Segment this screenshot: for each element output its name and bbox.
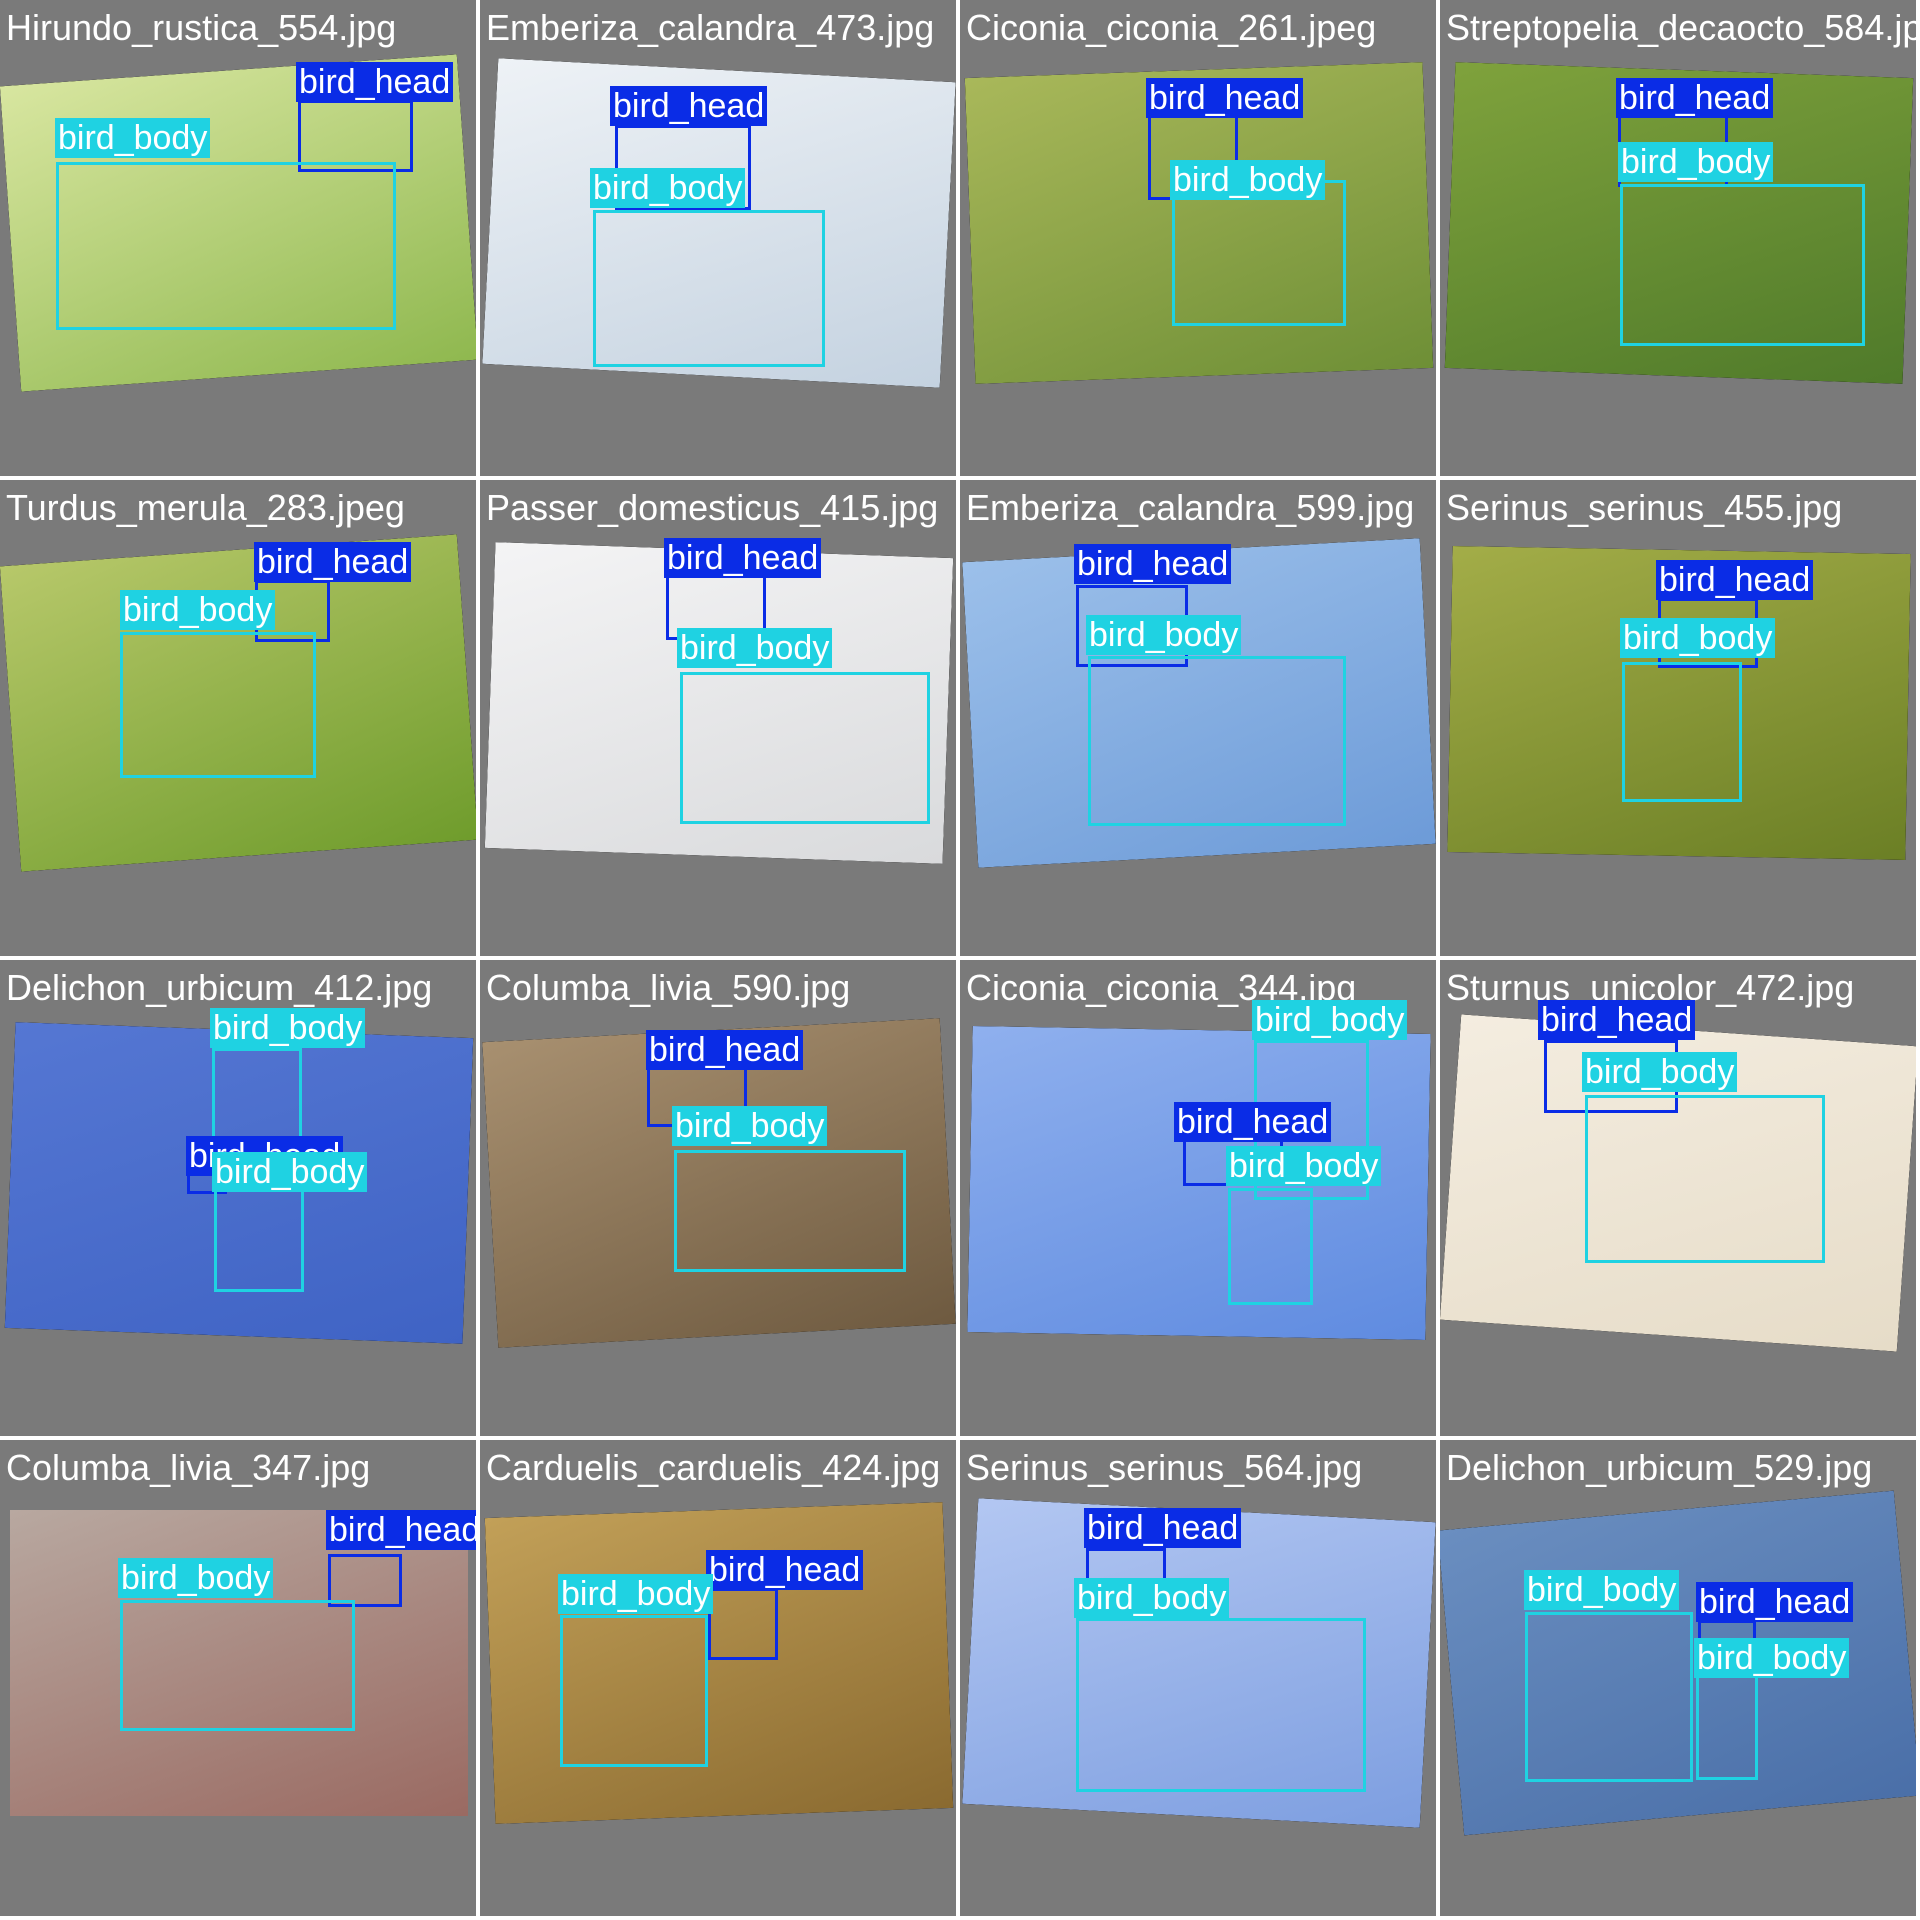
bird-body-label: bird_body — [1618, 142, 1774, 182]
bird-body-box — [1525, 1612, 1693, 1782]
bird-body-box — [1622, 662, 1742, 802]
bird-body-label: bird_body — [55, 118, 211, 158]
bird-body-box — [1585, 1095, 1825, 1263]
bird-body-label: bird_body — [1582, 1052, 1738, 1092]
bird-head-label: bird_head — [646, 1030, 804, 1070]
bird-body-box — [680, 672, 930, 824]
bird-head-label: bird_head — [1538, 1000, 1696, 1040]
tile: Emberiza_calandra_599.jpg bird_head bird… — [960, 480, 1436, 956]
bird-body-box — [1172, 180, 1346, 326]
tile-filename: Turdus_merula_283.jpeg — [6, 487, 405, 528]
tile-filename: Emberiza_calandra_473.jpg — [486, 7, 935, 48]
bird-body-box — [1076, 1618, 1366, 1792]
tile: Turdus_merula_283.jpeg bird_head bird_bo… — [0, 480, 476, 956]
bird-body-label: bird_body — [1074, 1578, 1230, 1618]
tile-filename: Ciconia_ciconia_261.jpeg — [966, 7, 1377, 48]
tile-filename: Passer_domesticus_415.jpg — [486, 487, 939, 528]
bird-body-box — [120, 632, 316, 778]
bird-body-label: bird_body — [558, 1574, 714, 1614]
tile: Passer_domesticus_415.jpg bird_head bird… — [480, 480, 956, 956]
bird-body-label: bird_body — [1620, 618, 1776, 658]
tile-filename: Columba_livia_590.jpg — [486, 967, 851, 1008]
tile: Delichon_urbicum_412.jpg bird_body bird_… — [0, 960, 476, 1436]
bird-body-label: bird_body — [120, 590, 276, 630]
bird-body-label: bird_body — [672, 1106, 828, 1146]
bird-body-label: bird_body — [677, 628, 833, 668]
bird-body-box — [674, 1150, 906, 1272]
bird-body-label: bird_body — [210, 1008, 366, 1048]
bird-head-label: bird_head — [1074, 544, 1232, 584]
bird-body-box — [1088, 656, 1346, 826]
bird-body-label: bird_body — [590, 168, 746, 208]
tile-filename: Delichon_urbicum_529.jpg — [1446, 1447, 1873, 1488]
grid-separator — [0, 476, 1920, 480]
bird-head-label: bird_head — [254, 542, 412, 582]
bird-body-box — [120, 1600, 355, 1731]
tile: Sturnus_unicolor_472.jpg bird_head bird_… — [1440, 960, 1916, 1436]
grid-separator — [956, 0, 960, 1920]
tile: Serinus_serinus_455.jpg bird_head bird_b… — [1440, 480, 1916, 956]
bird-body-label: bird_body — [1524, 1570, 1680, 1610]
bird-head-label: bird_head — [1696, 1582, 1854, 1622]
bird-body-label: bird_body — [1170, 160, 1326, 200]
tile-filename: Streptopelia_decaocto_584.jpg — [1446, 7, 1916, 48]
tile-filename: Carduelis_carduelis_424.jpg — [486, 1447, 941, 1488]
bird-head-label: bird_head — [1084, 1508, 1242, 1548]
tile: Hirundo_rustica_554.jpg bird_head bird_b… — [0, 0, 476, 476]
tile-filename: Hirundo_rustica_554.jpg — [6, 7, 397, 48]
tile-filename: Serinus_serinus_564.jpg — [966, 1447, 1363, 1488]
bird-body-label: bird_body — [1252, 1000, 1408, 1040]
tile-filename: Columba_livia_347.jpg — [6, 1447, 371, 1488]
grid-separator — [0, 1436, 1920, 1440]
bird-head-label: bird_head — [1146, 78, 1304, 118]
bird-head-label: bird_head — [706, 1550, 864, 1590]
tile-filename: Delichon_urbicum_412.jpg — [6, 967, 433, 1008]
bird-head-label: bird_head — [610, 86, 768, 126]
bird-body-label: bird_body — [118, 1558, 274, 1598]
bird-body-box — [1620, 184, 1865, 346]
bird-body-box — [593, 210, 825, 367]
tile: Emberiza_calandra_473.jpg bird_head bird… — [480, 0, 956, 476]
bird-body-box — [56, 162, 396, 330]
bird-head-label: bird_head — [326, 1510, 476, 1550]
tile: Carduelis_carduelis_424.jpg bird_head bi… — [480, 1440, 956, 1916]
tile: Columba_livia_590.jpg bird_head bird_bod… — [480, 960, 956, 1436]
tile-filename: Emberiza_calandra_599.jpg — [966, 487, 1415, 528]
grid-separator — [476, 0, 480, 1920]
tile: Columba_livia_347.jpg bird_head bird_bod… — [0, 1440, 476, 1916]
bird-body-box — [1228, 1188, 1313, 1305]
tile-filename: Serinus_serinus_455.jpg — [1446, 487, 1843, 528]
bird-head-label: bird_head — [296, 62, 454, 102]
tile: Delichon_urbicum_529.jpg bird_body bird_… — [1440, 1440, 1916, 1916]
bird-head-label: bird_head — [1656, 560, 1814, 600]
tile: Ciconia_ciconia_261.jpeg bird_head bird_… — [960, 0, 1436, 476]
bird-head-box — [708, 1588, 778, 1660]
bird-body-box — [560, 1615, 708, 1767]
tile: Streptopelia_decaocto_584.jpg bird_head … — [1440, 0, 1916, 476]
grid-separator — [1436, 0, 1440, 1920]
bird-body-label: bird_body — [1694, 1638, 1850, 1678]
tile: Serinus_serinus_564.jpg bird_head bird_b… — [960, 1440, 1436, 1916]
bird-head-label: bird_head — [1616, 78, 1774, 118]
tile: Ciconia_ciconia_344.jpg bird_body bird_h… — [960, 960, 1436, 1436]
image-mosaic: Hirundo_rustica_554.jpg bird_head bird_b… — [0, 0, 1920, 1920]
bird-body-label: bird_body — [212, 1152, 368, 1192]
bird-head-label: bird_head — [1174, 1102, 1332, 1142]
bird-head-label: bird_head — [664, 538, 822, 578]
grid-separator — [0, 956, 1920, 960]
bird-body-label: bird_body — [1226, 1146, 1382, 1186]
bird-body-label: bird_body — [1086, 615, 1242, 655]
